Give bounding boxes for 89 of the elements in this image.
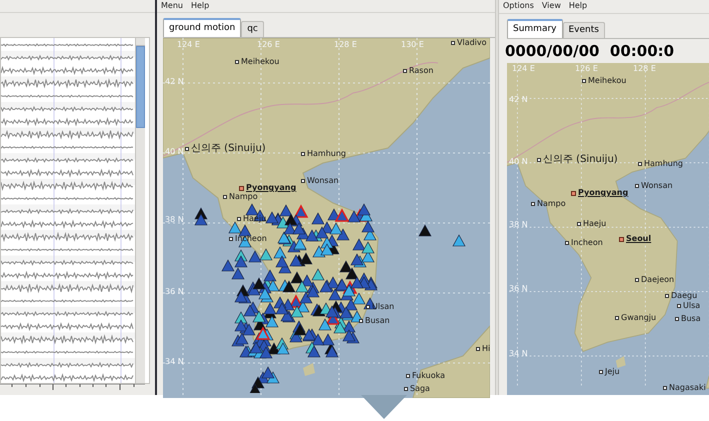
place-marker-icon bbox=[359, 319, 363, 323]
grid-label: 128 E bbox=[334, 41, 357, 49]
grid-label: 42 N bbox=[165, 78, 184, 86]
place-label: Daejeon bbox=[641, 276, 674, 284]
place-marker-icon bbox=[237, 217, 241, 221]
place-label: Rason bbox=[409, 67, 434, 75]
grid-label: 40 N bbox=[165, 148, 184, 156]
place-marker-icon bbox=[531, 202, 535, 206]
down-triangle-icon bbox=[361, 395, 407, 419]
place-label: Nampo bbox=[537, 200, 566, 208]
place-marker-icon bbox=[638, 162, 642, 166]
place-marker-icon bbox=[476, 347, 480, 351]
tab[interactable]: Summary bbox=[507, 18, 562, 38]
place-marker-icon bbox=[663, 386, 667, 390]
place-marker-icon bbox=[635, 184, 639, 188]
place-label: Nagasaki bbox=[669, 384, 706, 392]
place-label: Meihekou bbox=[241, 58, 280, 66]
place-label: Nampo bbox=[229, 193, 258, 201]
menu-item[interactable]: View bbox=[542, 0, 561, 12]
grid-label: 42 N bbox=[509, 96, 528, 104]
place-label: Gwangju bbox=[621, 314, 656, 322]
grid-label: 36 N bbox=[165, 288, 184, 296]
place-marker-icon bbox=[366, 305, 370, 309]
place-label: Incheon bbox=[571, 239, 603, 247]
place-marker-icon bbox=[537, 158, 541, 162]
place-marker-icon bbox=[406, 374, 410, 378]
grid-label: 126 E bbox=[575, 65, 598, 73]
place-label: Haeju bbox=[583, 220, 606, 228]
place-label: Ulsa bbox=[683, 302, 700, 310]
grid-label: 38 N bbox=[165, 216, 184, 224]
place-label: Fukuoka bbox=[412, 372, 445, 380]
grid-label: 124 E bbox=[177, 41, 200, 49]
place-label: Busa bbox=[681, 315, 701, 323]
place-marker-icon bbox=[235, 60, 239, 64]
grid-label: 38 N bbox=[509, 221, 528, 229]
place-marker-icon bbox=[677, 304, 681, 308]
place-marker-icon bbox=[615, 316, 619, 320]
place-label: Hamhung bbox=[307, 150, 346, 158]
tab[interactable]: Events bbox=[562, 22, 605, 38]
origin-time: 0000/00/00 00:00:0 bbox=[505, 40, 674, 61]
scrollbar[interactable] bbox=[135, 38, 145, 383]
place-marker-icon bbox=[582, 79, 586, 83]
grid-label: 126 E bbox=[257, 41, 280, 49]
place-marker-icon bbox=[571, 190, 576, 196]
place-label: Seoul bbox=[626, 235, 652, 243]
place-label: Pyongyang bbox=[246, 184, 296, 192]
grid-label: 130 E bbox=[401, 41, 424, 49]
place-marker-icon bbox=[665, 294, 669, 298]
grid-label: 40 N bbox=[509, 158, 528, 166]
place-label: Wonsan bbox=[307, 177, 339, 185]
place-label: Hi bbox=[482, 345, 490, 353]
place-marker-icon bbox=[301, 152, 305, 156]
place-marker-icon bbox=[239, 186, 244, 190]
place-marker-icon bbox=[675, 317, 679, 321]
place-label: Hamhung bbox=[644, 160, 683, 168]
place-label: Pyongyang bbox=[578, 189, 628, 197]
grid-label: 128 E bbox=[633, 65, 656, 73]
place-label: Jeju bbox=[605, 368, 620, 376]
menu-item[interactable]: Help bbox=[190, 0, 210, 12]
place-marker-icon bbox=[635, 278, 639, 282]
place-marker-icon bbox=[223, 195, 227, 199]
place-marker-icon bbox=[403, 69, 407, 73]
scrollbar-thumb[interactable] bbox=[136, 46, 145, 128]
place-label: Vladivo bbox=[457, 39, 487, 47]
menu-item[interactable]: Help bbox=[568, 0, 588, 12]
place-marker-icon bbox=[451, 41, 455, 45]
place-label: Daegu bbox=[671, 292, 698, 300]
place-label: Meihekou bbox=[588, 77, 626, 85]
place-label: 신의주 (Sinuiju) bbox=[543, 155, 618, 165]
place-marker-icon bbox=[301, 179, 305, 183]
place-marker-icon bbox=[565, 241, 569, 245]
place-marker-icon bbox=[599, 370, 603, 374]
place-label: Busan bbox=[365, 317, 390, 325]
place-marker-icon bbox=[229, 237, 233, 241]
tab[interactable]: ground motion bbox=[163, 18, 242, 37]
menu-item[interactable]: Menu bbox=[161, 0, 183, 12]
place-marker-icon bbox=[404, 387, 408, 391]
place-marker-icon bbox=[185, 147, 189, 151]
grid-label: 34 N bbox=[509, 350, 528, 358]
place-label: 신의주 (Sinuiju) bbox=[191, 144, 266, 154]
tab[interactable]: qc bbox=[241, 21, 264, 37]
grid-label: 36 N bbox=[509, 285, 528, 293]
place-label: Wonsan bbox=[641, 182, 673, 190]
place-marker-icon bbox=[619, 236, 624, 242]
grid-label: 124 E bbox=[512, 65, 535, 73]
grid-label: 34 N bbox=[165, 358, 184, 366]
place-label: Saga bbox=[410, 385, 430, 393]
menu-item[interactable]: Options bbox=[503, 0, 534, 12]
place-marker-icon bbox=[577, 222, 581, 226]
